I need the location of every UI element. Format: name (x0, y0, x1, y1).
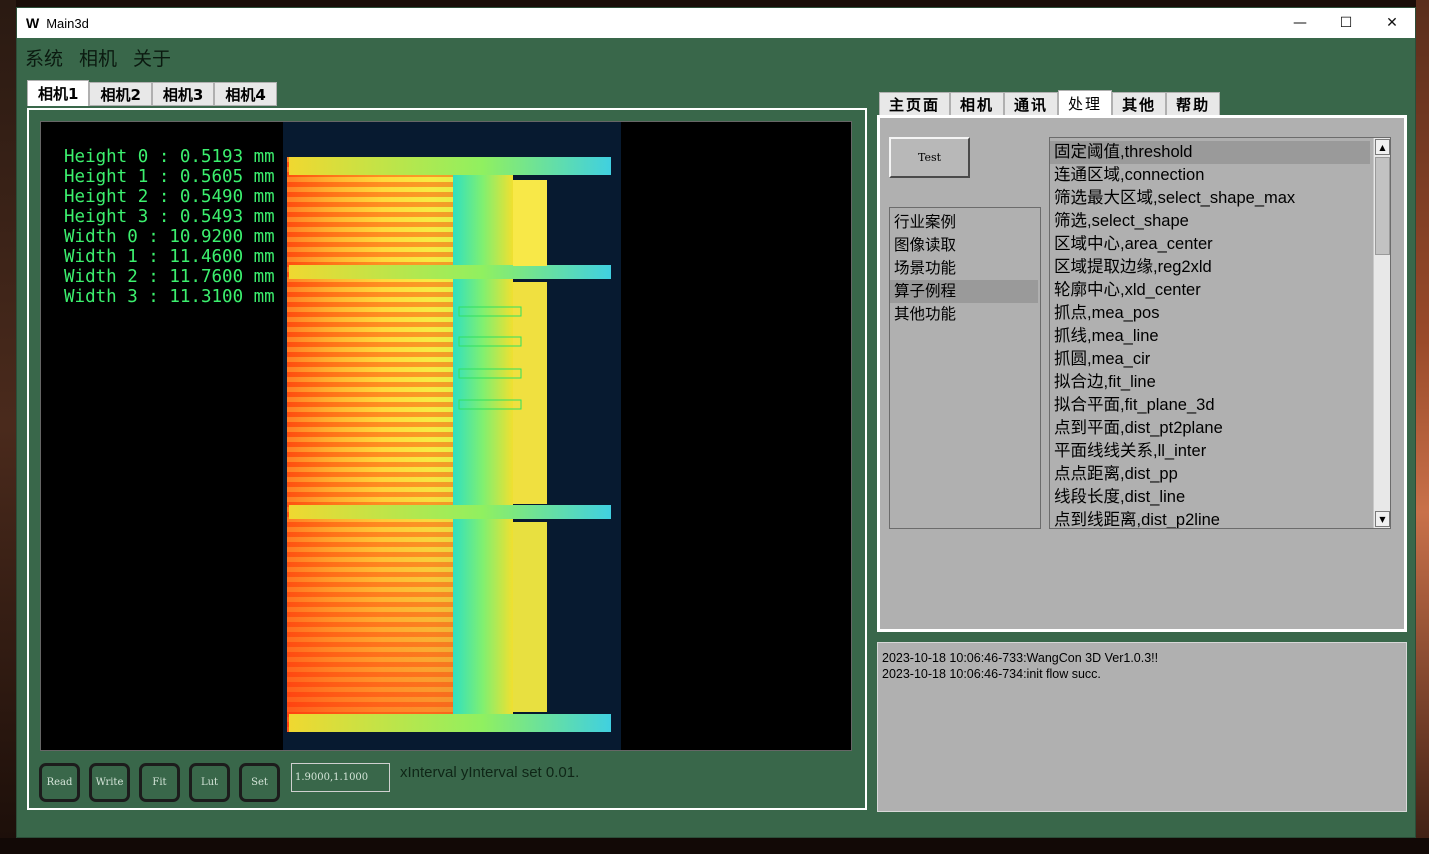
scan-arm-2 (289, 505, 611, 519)
operator-item[interactable]: 筛选,select_shape (1050, 210, 1370, 233)
tab-camera-3[interactable]: 相机3 (151, 82, 215, 106)
scan-bracket-1 (513, 180, 547, 266)
scroll-up-icon[interactable]: ▲ (1375, 139, 1390, 155)
fit-button[interactable]: Fit (139, 763, 180, 802)
measure-height-0: Height 0 : 0.5193 mm (64, 147, 275, 167)
measure-width-2: Width 2 : 11.7600 mm (64, 267, 275, 287)
tab-camera-2[interactable]: 相机2 (89, 82, 152, 106)
measure-height-3: Height 3 : 0.5493 mm (64, 207, 275, 227)
menu-bar: 系统 相机 关于 (25, 44, 171, 70)
camera-view-panel: Height 0 : 0.5193 mm Height 1 : 0.5605 m… (27, 108, 867, 810)
window-controls: — ☐ ✕ (1277, 8, 1415, 38)
operator-item[interactable]: 轮廓中心,xld_center (1050, 279, 1370, 302)
log-line: 2023-10-18 10:06:46-734:init flow succ. (882, 667, 1101, 681)
measure-width-3: Width 3 : 11.3100 mm (64, 287, 275, 307)
menu-camera[interactable]: 相机 (79, 44, 117, 70)
tab-camera-1[interactable]: 相机1 (27, 80, 90, 106)
read-button[interactable]: Read (39, 763, 80, 802)
operator-item[interactable]: 连通区域,connection (1050, 164, 1370, 187)
status-message: xInterval yInterval set 0.01. (400, 764, 580, 781)
app-logo-icon: W (26, 15, 40, 31)
measure-height-2: Height 2 : 0.5490 mm (64, 187, 275, 207)
log-panel: 2023-10-18 10:06:46-733:WangCon 3D Ver1.… (877, 642, 1407, 812)
tab-home[interactable]: 主页面 (879, 92, 951, 116)
operator-item[interactable]: 抓点,mea_pos (1050, 302, 1370, 325)
menu-system[interactable]: 系统 (25, 44, 63, 70)
measure-height-1: Height 1 : 0.5605 mm (64, 167, 275, 187)
scroll-thumb[interactable] (1375, 157, 1390, 255)
operator-item[interactable]: 点点距离,dist_pp (1050, 463, 1370, 486)
operator-scrollbar[interactable]: ▲ ▼ (1373, 138, 1390, 528)
scan-arm-1 (289, 265, 611, 279)
function-tab-bar: 主页面 相机 通讯 处理 其他 帮助 (879, 90, 1221, 116)
operator-item[interactable]: 拟合边,fit_line (1050, 371, 1370, 394)
window-title: Main3d (46, 15, 89, 31)
depth-scan-image (283, 122, 621, 750)
operator-item[interactable]: 区域中心,area_center (1050, 233, 1370, 256)
interval-input[interactable]: 1.9000,1.1000 (291, 763, 390, 792)
tab-other[interactable]: 其他 (1112, 92, 1167, 116)
operator-item[interactable]: 拟合平面,fit_plane_3d (1050, 394, 1370, 417)
scan-lower-shade (287, 452, 477, 732)
lut-button[interactable]: Lut (189, 763, 230, 802)
category-item[interactable]: 其他功能 (890, 303, 1040, 326)
tab-camera[interactable]: 相机 (950, 92, 1005, 116)
tab-processing[interactable]: 处理 (1058, 90, 1113, 116)
title-bar[interactable]: W Main3d — ☐ ✕ (17, 8, 1415, 38)
category-item[interactable]: 场景功能 (890, 257, 1040, 280)
scan-post (453, 157, 513, 732)
operator-item[interactable]: 区域提取边缘,reg2xld (1050, 256, 1370, 279)
camera-tab-bar: 相机1 相机2 相机3 相机4 (27, 80, 277, 106)
tab-communication[interactable]: 通讯 (1004, 92, 1059, 116)
scan-bracket-2 (513, 282, 547, 504)
set-button[interactable]: Set (239, 763, 280, 802)
operator-item-selected[interactable]: 固定阈值,threshold (1050, 141, 1370, 164)
operator-item[interactable]: 线段长度,dist_line (1050, 486, 1370, 509)
measure-width-0: Width 0 : 10.9200 mm (64, 227, 275, 247)
category-item[interactable]: 行业案例 (890, 211, 1040, 234)
image-toolbar: Read Write Fit Lut Set (39, 763, 280, 802)
tab-camera-4[interactable]: 相机4 (214, 82, 277, 106)
operator-item[interactable]: 抓线,mea_line (1050, 325, 1370, 348)
category-list[interactable]: 行业案例 图像读取 场景功能 算子例程 其他功能 (889, 207, 1041, 529)
write-button[interactable]: Write (89, 763, 130, 802)
scan-top-bar (289, 157, 611, 175)
operator-item[interactable]: 点到平面,dist_pt2plane (1050, 417, 1370, 440)
scan-bracket-3 (513, 522, 547, 712)
log-line: 2023-10-18 10:06:46-733:WangCon 3D Ver1.… (882, 651, 1159, 665)
test-button[interactable]: Test (889, 137, 970, 178)
operator-item[interactable]: 点到线距离,dist_p2line (1050, 509, 1370, 528)
processing-panel: Test 行业案例 图像读取 场景功能 算子例程 其他功能 固定阈值,thres… (877, 115, 1407, 632)
scroll-down-icon[interactable]: ▼ (1375, 511, 1390, 527)
category-item-selected[interactable]: 算子例程 (890, 280, 1038, 303)
operator-item[interactable]: 抓圆,mea_cir (1050, 348, 1370, 371)
image-viewer[interactable]: Height 0 : 0.5193 mm Height 1 : 0.5605 m… (40, 121, 852, 751)
scan-bottom-bar (289, 714, 611, 732)
maximize-button[interactable]: ☐ (1323, 8, 1369, 38)
tab-help[interactable]: 帮助 (1166, 92, 1221, 116)
desktop-background-bottom (0, 838, 1429, 854)
menu-about[interactable]: 关于 (133, 44, 171, 70)
close-button[interactable]: ✕ (1369, 8, 1415, 38)
measure-width-1: Width 1 : 11.4600 mm (64, 247, 275, 267)
category-item[interactable]: 图像读取 (890, 234, 1040, 257)
minimize-button[interactable]: — (1277, 8, 1323, 38)
operator-list[interactable]: 固定阈值,threshold 连通区域,connection 筛选最大区域,se… (1049, 137, 1391, 529)
operator-item[interactable]: 筛选最大区域,select_shape_max (1050, 187, 1370, 210)
desktop-background-right (1416, 0, 1429, 854)
desktop-background-left (0, 0, 16, 854)
operator-item[interactable]: 平面线线关系,ll_inter (1050, 440, 1370, 463)
measurement-overlay: Height 0 : 0.5193 mm Height 1 : 0.5605 m… (64, 147, 275, 307)
main-window: W Main3d — ☐ ✕ 系统 相机 关于 相机1 相机2 相机3 相机4 (16, 7, 1416, 838)
